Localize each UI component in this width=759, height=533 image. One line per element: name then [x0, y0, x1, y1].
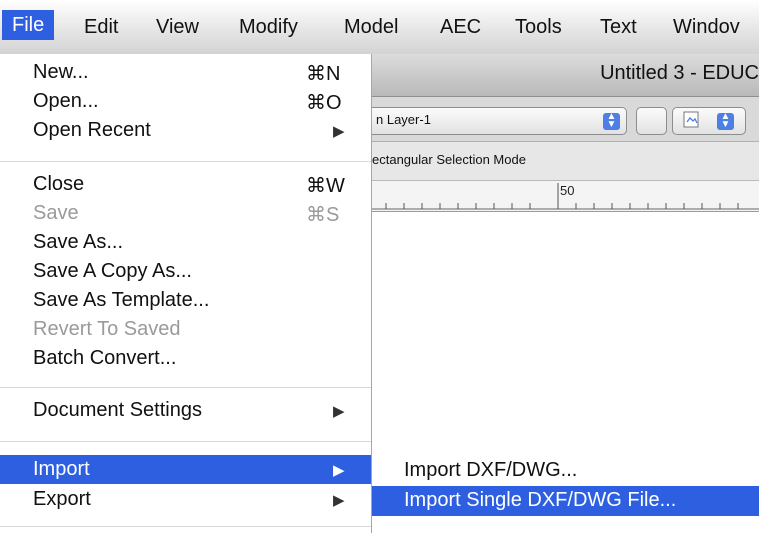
import-submenu: Import DXF/DWG... Import Single DXF/DWG …	[372, 454, 759, 533]
menu-separator	[0, 387, 371, 388]
view-toolbar: n Layer-1 ▲ ▼ ▲ ▼	[372, 97, 759, 142]
submenu-arrow-icon: ▶	[333, 492, 345, 509]
selection-mode-label: ectangular Selection Mode	[372, 152, 526, 167]
layer-name: n Layer-1	[376, 112, 431, 127]
menu-item-save: Save ⌘S	[33, 202, 340, 226]
menu-item-new[interactable]: New... ⌘N	[0, 58, 371, 87]
menu-item-save-copy-as[interactable]: Save A Copy As...	[0, 257, 371, 286]
page-icon	[683, 111, 699, 128]
layer-popup[interactable]: n Layer-1 ▲ ▼	[372, 107, 627, 135]
submenu-item-import-dxf-dwg[interactable]: Import DXF/DWG...	[372, 456, 759, 486]
menu-window[interactable]: Windov	[673, 14, 740, 54]
menu-item-batch-convert[interactable]: Batch Convert...	[0, 344, 371, 373]
menu-item-document-settings[interactable]: Document Settings ▶	[0, 396, 371, 425]
menu-separator	[0, 161, 371, 162]
menu-separator	[0, 441, 371, 442]
toolbar-divider-button	[636, 107, 667, 135]
page-popup[interactable]: ▲ ▼	[672, 107, 746, 135]
menu-tools[interactable]: Tools	[515, 14, 562, 54]
menu-separator	[0, 526, 371, 527]
menu-model[interactable]: Model	[344, 14, 398, 54]
menu-item-import[interactable]: Import ▶	[0, 455, 371, 484]
menu-modify[interactable]: Modify	[239, 14, 298, 54]
ruler-label: 50	[560, 183, 575, 198]
mode-bar: ectangular Selection Mode	[372, 142, 759, 181]
menu-item-open[interactable]: Open... ⌘O	[0, 87, 371, 116]
menu-file[interactable]: File	[2, 10, 55, 40]
menu-aec[interactable]: AEC	[440, 14, 481, 54]
menu-item-open-recent[interactable]: Open Recent ▶	[0, 116, 371, 145]
horizontal-ruler: 50	[372, 181, 759, 212]
window-title-bar: Untitled 3 - EDUC	[372, 54, 759, 97]
menu-edit[interactable]: Edit	[84, 14, 118, 54]
layer-stepper-icon[interactable]: ▲ ▼	[603, 112, 620, 130]
menu-bar: File Edit View Modify Model AEC Tools Te…	[0, 0, 759, 55]
menu-item-close[interactable]: Close ⌘W	[0, 170, 371, 199]
menu-item-save-as-template[interactable]: Save As Template...	[0, 286, 371, 315]
menu-item-save-as[interactable]: Save As...	[0, 228, 371, 257]
submenu-arrow-icon: ▶	[333, 462, 345, 479]
submenu-arrow-icon: ▶	[333, 403, 345, 420]
menu-item-export[interactable]: Export ▶	[0, 485, 371, 514]
submenu-item-import-single-dxf-dwg[interactable]: Import Single DXF/DWG File...	[372, 486, 759, 516]
page-stepper-icon[interactable]: ▲ ▼	[717, 112, 734, 130]
file-menu: New... ⌘N Open... ⌘O Open Recent ▶ Close…	[0, 54, 372, 533]
drawing-area[interactable]	[372, 212, 759, 454]
menu-view[interactable]: View	[156, 14, 199, 54]
submenu-arrow-icon: ▶	[333, 123, 345, 140]
menu-item-revert: Revert To Saved	[33, 318, 181, 340]
menu-text[interactable]: Text	[600, 14, 637, 54]
window-title: Untitled 3 - EDUC	[600, 62, 759, 84]
